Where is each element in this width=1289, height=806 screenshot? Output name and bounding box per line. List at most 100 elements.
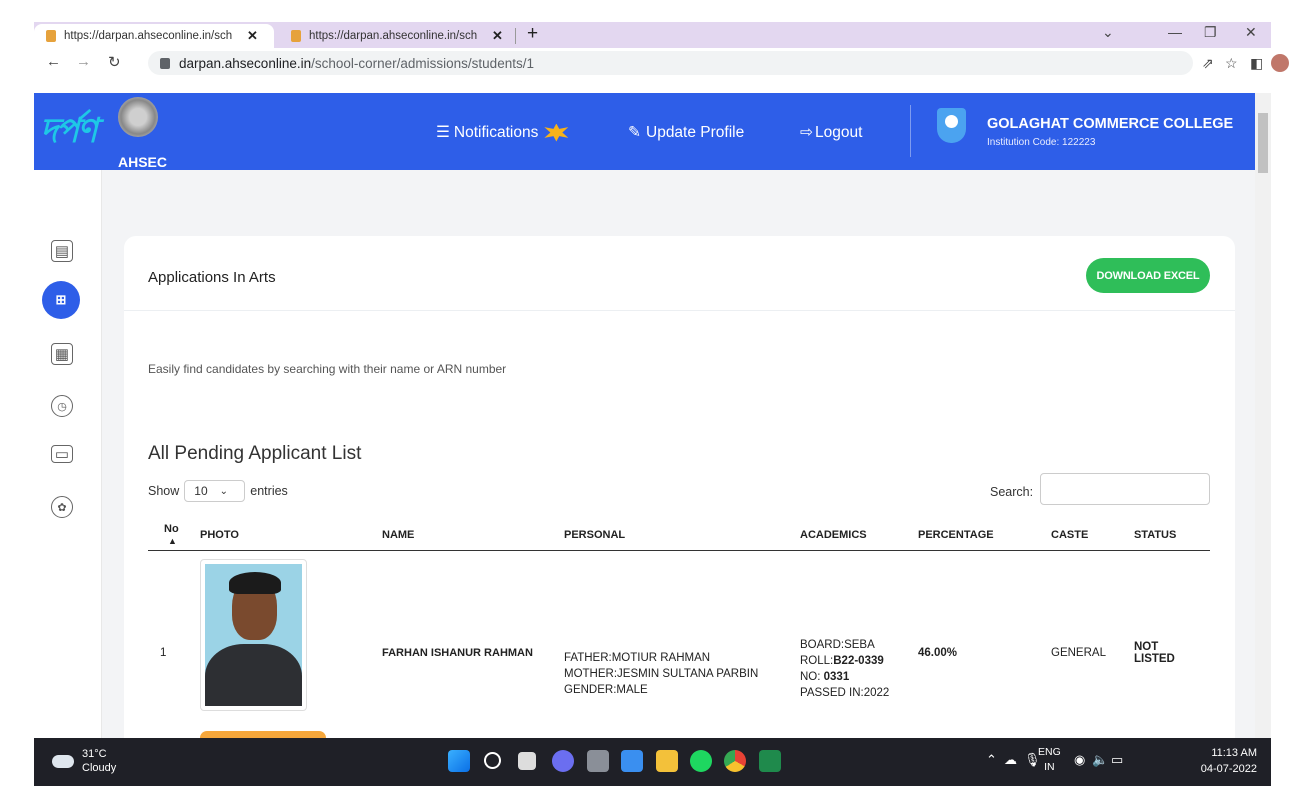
- mail-icon[interactable]: [621, 750, 643, 772]
- temperature: 31°C: [82, 748, 107, 760]
- logout-link[interactable]: ⇨ Logout: [800, 123, 862, 142]
- edit-icon: ✎: [628, 124, 641, 141]
- cloud-icon: [52, 754, 74, 768]
- col-percentage[interactable]: PERCENTAGE: [906, 521, 1021, 551]
- tab-divider: [515, 28, 516, 44]
- roll: ROLL:B22-0339: [800, 654, 884, 667]
- ahsec-emblem-icon: [118, 97, 158, 137]
- search-hint: Easily find candidates by searching with…: [148, 362, 507, 376]
- search-label: Search:: [990, 485, 1034, 499]
- bookmark-star-icon[interactable]: ☆: [1225, 55, 1238, 72]
- passed-in: PASSED IN:2022: [800, 686, 890, 699]
- col-status[interactable]: STATUS: [1117, 521, 1210, 551]
- close-tab-icon[interactable]: ✕: [247, 28, 258, 44]
- cell-name: FARHAN ISHANUR RAHMAN: [382, 646, 533, 659]
- cell-no: 1: [160, 646, 167, 659]
- father-name: FATHER:MOTIUR RAHMAN: [564, 651, 711, 664]
- show-label: Show: [148, 484, 180, 498]
- clock[interactable]: 11:13 AM 04-07-2022: [1201, 745, 1257, 777]
- profile-avatar[interactable]: [1271, 54, 1289, 72]
- col-caste[interactable]: CASTE: [1021, 521, 1118, 551]
- close-tab-icon[interactable]: ✕: [492, 28, 503, 44]
- chat-icon[interactable]: [552, 750, 574, 772]
- volume-icon[interactable]: 🔈: [1092, 752, 1108, 768]
- share-icon[interactable]: ⇗: [1202, 55, 1214, 72]
- address-bar-row: ← → ↻ darpan.ahseconline.in/school-corne…: [34, 48, 1289, 78]
- roll-no: NO: 0331: [800, 670, 850, 683]
- notifications-link[interactable]: ☰ Notifications: [436, 123, 569, 142]
- cell-personal: FATHER:MOTIUR RAHMAN MOTHER:JESMIN SULTA…: [552, 550, 788, 738]
- search-icon[interactable]: [484, 752, 501, 769]
- tab-search-icon[interactable]: ⌄: [1102, 24, 1114, 41]
- col-name[interactable]: NAME: [370, 521, 552, 551]
- user-shield-icon: [937, 108, 966, 143]
- dashboard-icon[interactable]: ▤: [51, 240, 73, 262]
- task-view-icon[interactable]: [518, 752, 536, 770]
- sort-asc-icon: ▲: [168, 536, 177, 547]
- spotify-icon[interactable]: [690, 750, 712, 772]
- logout-icon: ⇨: [800, 124, 813, 141]
- applicant-table: No ▲ PHOTO NAME PERSONAL ACADEMICS PERCE…: [148, 521, 1210, 738]
- notifications-label: Notifications: [453, 123, 539, 141]
- weather-widget[interactable]: 31°C Cloudy: [52, 747, 116, 775]
- browser-tab[interactable]: https://darpan.ahseconline.in/sch ✕: [279, 24, 504, 48]
- gender: GENDER:MALE: [564, 683, 648, 696]
- board: BOARD:SEBA: [800, 638, 875, 651]
- add-app-icon[interactable]: ⊞: [42, 281, 80, 319]
- col-no[interactable]: No ▲: [148, 521, 200, 551]
- roll-value: B22-0339: [833, 654, 884, 667]
- form-icon[interactable]: ▦: [51, 343, 73, 365]
- applicant-photo[interactable]: [200, 558, 307, 711]
- restore-icon[interactable]: ❐: [1204, 24, 1217, 41]
- url-host: darpan.ahseconline.in: [179, 55, 312, 71]
- language-indicator[interactable]: ENG IN: [1038, 745, 1061, 775]
- side-panel-icon[interactable]: ◧: [1250, 55, 1263, 72]
- wifi-icon[interactable]: ◉: [1074, 752, 1085, 768]
- cell-caste: GENERAL: [1051, 646, 1106, 659]
- camera-icon[interactable]: [587, 750, 609, 772]
- download-excel-button[interactable]: DOWNLOAD EXCEL: [1086, 258, 1210, 293]
- back-icon[interactable]: ←: [46, 53, 61, 70]
- browser-tab-active[interactable]: https://darpan.ahseconline.in/sch ✕: [34, 24, 274, 48]
- page-scrollbar[interactable]: [1255, 93, 1271, 738]
- col-photo[interactable]: PHOTO: [200, 521, 370, 551]
- entries-label: entries: [250, 484, 288, 498]
- mother-name: MOTHER:JESMIN SULTANA PARBIN: [564, 667, 759, 680]
- support-icon[interactable]: ✿: [51, 496, 73, 518]
- org-name: AHSEC: [118, 154, 168, 170]
- chrome-icon[interactable]: [724, 750, 746, 772]
- url-field[interactable]: darpan.ahseconline.in/school-corner/admi…: [148, 51, 1193, 75]
- card-icon[interactable]: ▭: [51, 445, 73, 463]
- clock-icon[interactable]: ◷: [51, 395, 73, 417]
- battery-icon[interactable]: ▭: [1111, 752, 1123, 768]
- chevron-down-icon: ⌄: [219, 485, 229, 497]
- tab-title: https://darpan.ahseconline.in/sch: [309, 30, 478, 42]
- minimize-icon[interactable]: —: [1168, 24, 1182, 40]
- col-personal[interactable]: PERSONAL: [552, 521, 788, 551]
- tray-chevron-icon[interactable]: ⌃: [986, 752, 997, 768]
- main-content: Applications In Arts DOWNLOAD EXCEL Easi…: [102, 170, 1255, 738]
- reload-icon[interactable]: ↻: [108, 53, 121, 71]
- entries-length-control: Show 10 ⌄ entries: [148, 480, 288, 502]
- browser-window: https://darpan.ahseconline.in/sch ✕ http…: [0, 0, 1289, 806]
- darpan-logo[interactable]: দৰ্পণ: [40, 105, 97, 162]
- update-profile-link[interactable]: ✎ Update Profile: [628, 123, 744, 142]
- submission-date-badge: [200, 730, 326, 738]
- list-title: All Pending Applicant List: [148, 443, 362, 464]
- tab-strip: https://darpan.ahseconline.in/sch ✕ http…: [34, 22, 1271, 48]
- search-input[interactable]: [1040, 473, 1210, 505]
- excel-icon[interactable]: [759, 750, 781, 772]
- update-profile-label: Update Profile: [646, 123, 745, 141]
- onedrive-icon[interactable]: ☁: [1004, 752, 1017, 768]
- roll-no-value: 0331: [823, 670, 850, 683]
- forward-icon[interactable]: →: [76, 53, 91, 70]
- tab-title: https://darpan.ahseconline.in/sch: [64, 30, 233, 42]
- start-icon[interactable]: [448, 750, 470, 772]
- entries-select[interactable]: 10 ⌄: [184, 480, 246, 502]
- col-academics[interactable]: ACADEMICS: [788, 521, 906, 551]
- scrollbar-thumb[interactable]: [1258, 113, 1268, 173]
- file-explorer-icon[interactable]: [656, 750, 678, 772]
- new-tab-icon[interactable]: +: [527, 23, 538, 45]
- close-window-icon[interactable]: ✕: [1245, 24, 1257, 41]
- cell-academics: BOARD:SEBA ROLL:B22-0339 NO: 0331 PASSED…: [788, 550, 906, 738]
